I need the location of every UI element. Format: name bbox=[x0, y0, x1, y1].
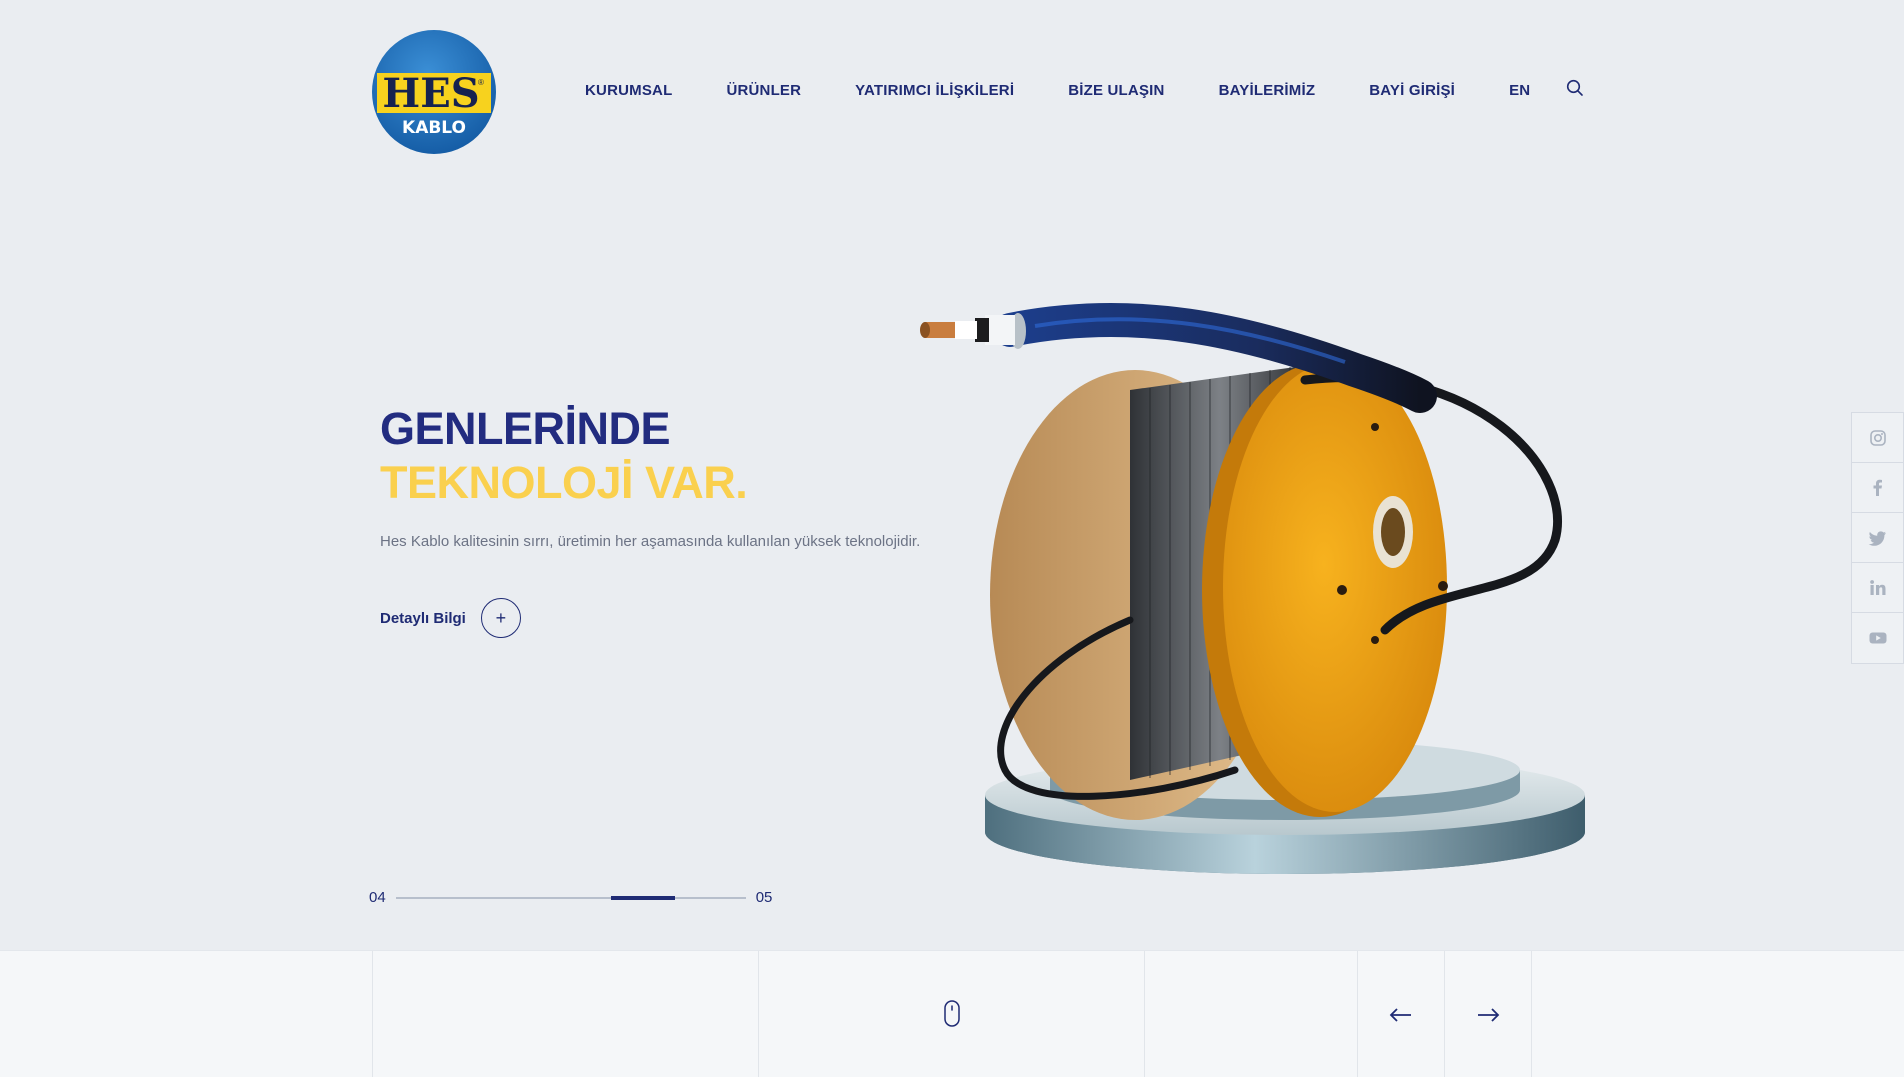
svg-text:KABLO: KABLO bbox=[402, 118, 466, 138]
hero-title-line1: GENLERİNDE bbox=[380, 403, 671, 454]
slide-total: 05 bbox=[755, 889, 773, 906]
arrow-right-icon bbox=[1478, 1008, 1500, 1022]
hero-title: GENLERİNDE TEKNOLOJİ VAR. bbox=[380, 402, 748, 510]
hero-description: Hes Kablo kalitesinin sırrı, üretimin he… bbox=[380, 533, 921, 550]
mouse-icon[interactable] bbox=[944, 1000, 960, 1027]
cable-drum-image bbox=[920, 303, 1585, 874]
details-link[interactable]: Detaylı Bilgi + bbox=[380, 598, 521, 638]
plus-icon[interactable]: + bbox=[480, 598, 521, 638]
hes-kablo-logo[interactable]: HES KABLO ® bbox=[371, 29, 497, 155]
prev-slide-button[interactable] bbox=[1358, 1000, 1444, 1030]
youtube-icon bbox=[1869, 632, 1886, 644]
social-sidebar bbox=[1851, 412, 1904, 664]
facebook-link[interactable] bbox=[1852, 463, 1903, 513]
svg-text:®: ® bbox=[478, 78, 484, 87]
next-slide-button[interactable] bbox=[1445, 1000, 1531, 1030]
facebook-icon bbox=[1873, 479, 1882, 496]
main-nav: KURUMSAL ÜRÜNLER YATIRIMCI İLİŞKİLERİ Bİ… bbox=[585, 79, 1584, 99]
youtube-link[interactable] bbox=[1852, 613, 1903, 663]
linkedin-icon bbox=[1869, 579, 1885, 595]
twitter-icon bbox=[1868, 530, 1886, 546]
nav-item-yatirimci-iliskileri[interactable]: YATIRIMCI İLİŞKİLERİ bbox=[855, 82, 1014, 99]
nav-item-bayi-girisi[interactable]: BAYİ GİRİŞİ bbox=[1369, 82, 1455, 99]
divider bbox=[1531, 951, 1532, 1077]
nav-item-bayilerimiz[interactable]: BAYİLERİMİZ bbox=[1219, 82, 1316, 99]
divider bbox=[372, 951, 373, 1077]
language-switch[interactable]: EN bbox=[1509, 82, 1530, 99]
slide-current: 04 bbox=[369, 889, 386, 906]
linkedin-link[interactable] bbox=[1852, 563, 1903, 613]
nav-item-kurumsal[interactable]: KURUMSAL bbox=[585, 82, 672, 99]
details-label[interactable]: Detaylı Bilgi bbox=[380, 610, 466, 627]
nav-item-bize-ulasin[interactable]: BİZE ULAŞIN bbox=[1068, 82, 1164, 99]
instagram-icon bbox=[1869, 429, 1886, 446]
slide-track[interactable] bbox=[395, 895, 746, 900]
slide-progress: 04 05 bbox=[369, 889, 772, 906]
search-icon[interactable] bbox=[1566, 79, 1584, 97]
arrow-left-icon bbox=[1389, 1008, 1411, 1022]
svg-text:HES: HES bbox=[382, 70, 479, 117]
instagram-link[interactable] bbox=[1852, 413, 1903, 463]
nav-item-urunler[interactable]: ÜRÜNLER bbox=[726, 82, 801, 99]
hero-title-line2: TEKNOLOJİ VAR. bbox=[380, 457, 748, 508]
divider bbox=[1144, 951, 1145, 1077]
slide-track-fill bbox=[610, 895, 675, 900]
twitter-link[interactable] bbox=[1852, 513, 1903, 563]
divider bbox=[758, 951, 759, 1077]
